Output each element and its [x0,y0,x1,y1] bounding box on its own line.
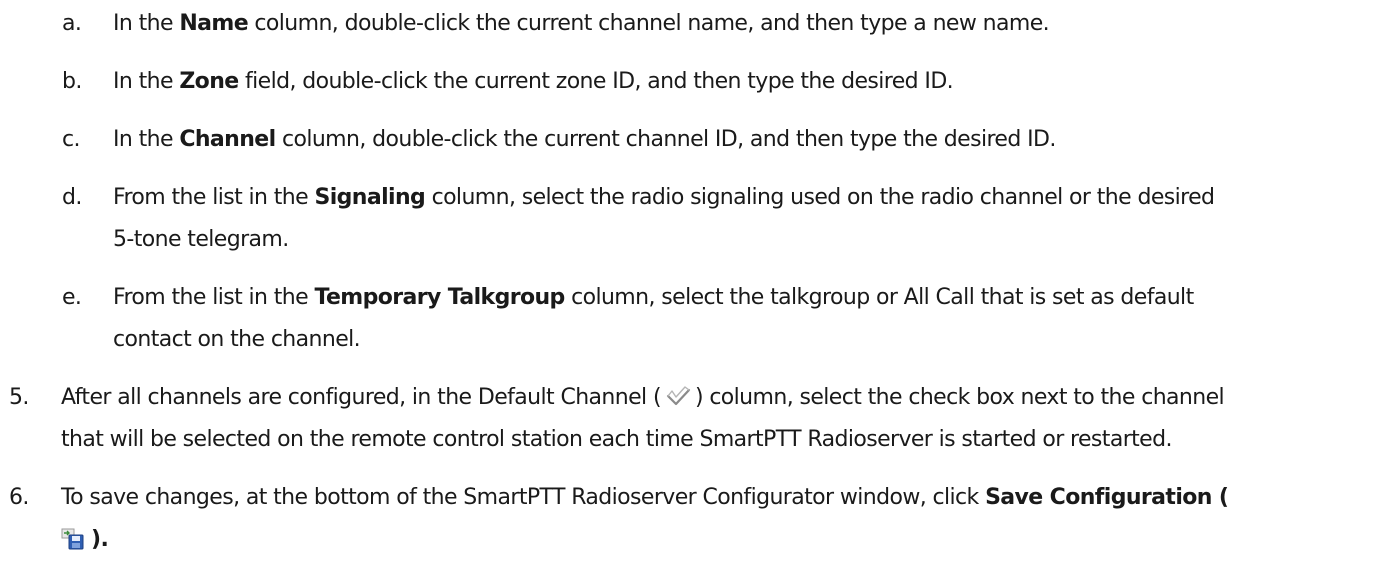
checkmark-icon [663,382,693,406]
ui-term-signaling: Signaling [314,185,426,210]
ui-term-zone: Zone [179,69,239,94]
step-text-line2: ). [61,519,109,561]
substep-marker: c. [62,127,80,152]
substep-text: In the Channel column, double-click the … [113,119,1056,161]
substep-text-post: column, select the talkgroup or All Call… [564,285,1194,310]
substep-text-line2: contact on the channel. [113,327,361,352]
substep-text-pre: In the [113,11,180,36]
substep-text-post: field, double-click the current zone ID,… [238,69,954,94]
substep-text: From the list in the Signaling column, s… [113,177,1215,219]
step-text-pre: After all channels are configured, in th… [61,385,662,410]
instruction-document: a. In the Name column, double-click the … [0,0,1393,552]
step-text: To save changes, at the bottom of the Sm… [61,477,1229,519]
substep-marker: e. [62,285,82,310]
ui-term-name: Name [179,11,249,36]
ui-term-temporary-talkgroup: Temporary Talkgroup [314,285,565,310]
substep-text: In the Name column, double-click the cur… [113,3,1050,45]
substep-marker: b. [62,69,82,94]
substep-text-pre: In the [113,127,180,152]
substep-text-pre: In the [113,69,180,94]
substep-marker: a. [62,11,82,36]
step-marker: 5. [9,385,29,410]
ui-term-save-configuration-close: ). [91,527,109,552]
ui-term-save-configuration: Save Configuration ( [985,485,1229,510]
step-text-line2: that will be selected on the remote cont… [61,427,1172,452]
substep-text-pre: From the list in the [113,285,315,310]
substep-text-post: column, double-click the current channel… [248,11,1050,36]
step-text-pre: To save changes, at the bottom of the Sm… [61,485,986,510]
substep-marker: d. [62,185,82,210]
substep-text-line2: 5-tone telegram. [113,227,289,252]
step-text-post: ) column, select the check box next to t… [694,385,1225,410]
substep-text-post: column, select the radio signaling used … [425,185,1215,210]
ui-term-channel: Channel [179,127,276,152]
substep-text-post: column, double-click the current channel… [275,127,1056,152]
save-configuration-icon [61,524,85,550]
substep-text: From the list in the Temporary Talkgroup… [113,277,1194,319]
step-text: After all channels are configured, in th… [61,377,1225,419]
substep-text-pre: From the list in the [113,185,315,210]
substep-text: In the Zone field, double-click the curr… [113,61,954,103]
step-marker: 6. [9,485,29,510]
